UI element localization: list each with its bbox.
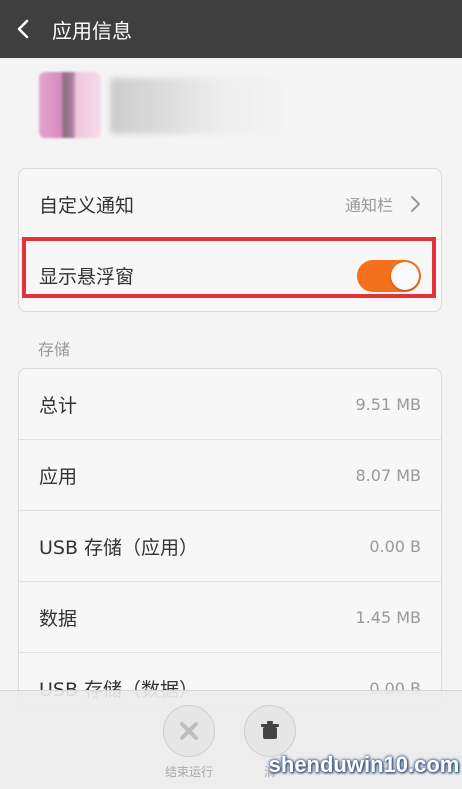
floating-window-label: 显示悬浮窗	[39, 266, 135, 288]
storage-row-label: USB 存储（应用）	[39, 536, 199, 559]
storage-section-label: 存储	[38, 340, 71, 359]
force-stop-button[interactable]: 结束运行	[159, 705, 219, 780]
storage-row-label: 数据	[39, 607, 78, 630]
storage-row-label: 应用	[39, 465, 78, 488]
storage-row-value: 1.45 MB	[355, 607, 422, 627]
custom-notification-label: 自定义通知	[39, 194, 135, 217]
watermark-text: shenduwin10.com	[268, 752, 460, 777]
chevron-left-icon	[17, 19, 29, 39]
app-name-redacted	[110, 78, 300, 134]
storage-row-value: 8.07 MB	[355, 465, 422, 485]
page-title: 应用信息	[52, 18, 132, 43]
toggle-knob	[391, 261, 419, 290]
floating-window-toggle[interactable]	[357, 259, 421, 292]
title-bar: 应用信息	[0, 0, 462, 58]
storage-row-total: 总计 9.51 MB	[19, 369, 441, 440]
app-icon	[39, 72, 101, 138]
notification-settings-card: 自定义通知 通知栏 显示悬浮窗	[18, 168, 442, 312]
storage-row-app: 应用 8.07 MB	[19, 440, 441, 511]
storage-row-data: 数据 1.45 MB	[19, 582, 441, 653]
custom-notification-value: 通知栏	[344, 196, 393, 215]
force-stop-label: 结束运行	[164, 765, 213, 779]
storage-row-value: 0.00 B	[369, 536, 421, 556]
custom-notification-row[interactable]: 自定义通知 通知栏	[19, 169, 441, 240]
floating-window-row[interactable]: 显示悬浮窗	[19, 240, 441, 311]
watermark: shenduwin10.com	[268, 745, 460, 785]
storage-row-usb-app: USB 存储（应用） 0.00 B	[19, 511, 441, 582]
storage-row-value: 9.51 MB	[355, 394, 422, 414]
chevron-right-icon	[409, 195, 421, 213]
back-button[interactable]	[0, 0, 48, 58]
close-icon	[163, 705, 215, 757]
storage-card: 总计 9.51 MB 应用 8.07 MB USB 存储（应用） 0.00 B …	[18, 368, 442, 708]
storage-row-label: 总计	[39, 394, 78, 417]
